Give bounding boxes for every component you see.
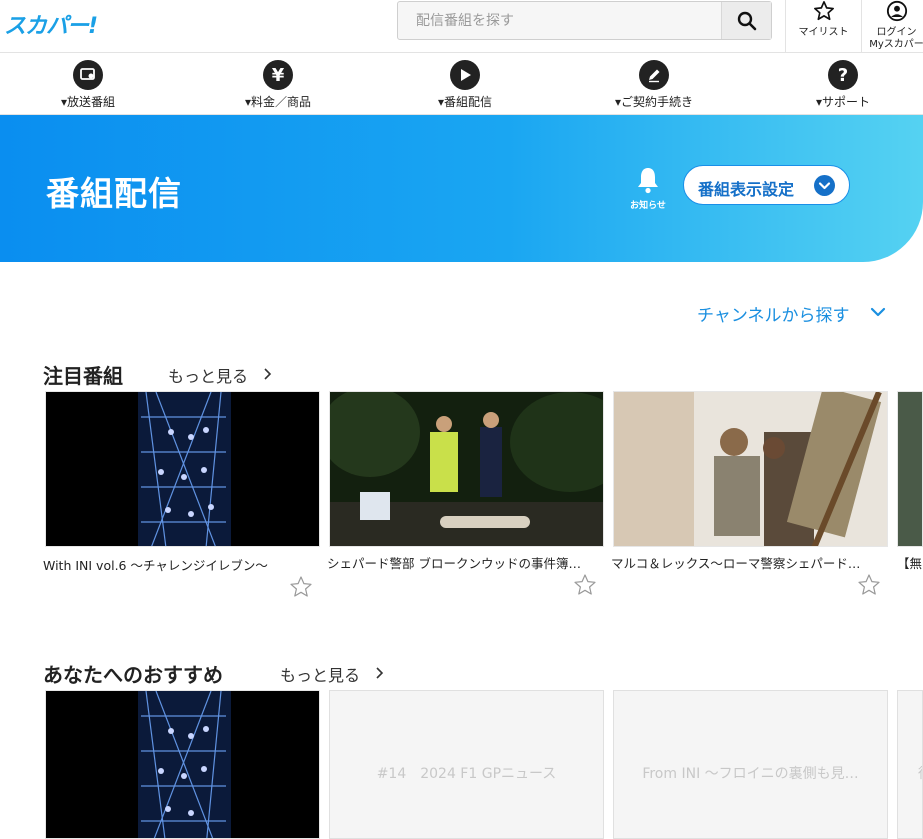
chevron-down-icon xyxy=(814,175,835,196)
program-title[interactable]: 【無 xyxy=(897,553,923,572)
mylist-button[interactable]: マイリスト xyxy=(785,0,861,53)
featured-more-link[interactable]: もっと見る xyxy=(168,363,248,387)
user-icon xyxy=(886,0,907,22)
bell-icon xyxy=(638,168,658,194)
program-title: From INI 〜フロイニの裏側も見… xyxy=(642,766,859,782)
program-thumbnail[interactable]: 徳 xyxy=(897,690,923,839)
page-title: 番組配信 xyxy=(46,174,182,213)
program-thumbnail[interactable] xyxy=(897,391,923,547)
program-title[interactable]: シェパード警部 ブロークンウッドの事件簿… xyxy=(327,553,607,572)
login-label: ログイン Myスカパー xyxy=(869,27,923,50)
featured-section-title: 注目番組 xyxy=(43,364,123,388)
program-thumbnail[interactable] xyxy=(45,391,320,547)
chevron-right-icon[interactable] xyxy=(374,666,384,680)
stage-image xyxy=(138,392,231,546)
action-scene-image xyxy=(614,392,887,546)
recommend-section-title: あなたへのおすすめ xyxy=(43,663,223,687)
login-button[interactable]: ログイン Myスカパー xyxy=(861,0,923,53)
tv-icon xyxy=(73,60,103,90)
program-thumbnail[interactable] xyxy=(329,391,604,547)
program-thumbnail[interactable]: #14 2024 F1 GPニュース xyxy=(329,690,604,839)
nav-item-pricing[interactable]: ¥ ▾料金／商品 xyxy=(198,53,358,115)
program-title: #14 2024 F1 GPニュース xyxy=(376,766,557,782)
display-setting-button[interactable]: 番組表示設定 xyxy=(683,165,850,205)
chevron-right-icon[interactable] xyxy=(262,367,272,381)
star-icon[interactable] xyxy=(857,573,881,597)
main-nav: ▾放送番組 ¥ ▾料金／商品 ▾番組配信 ▾ご契約手続き ? ▾サポート xyxy=(0,53,923,115)
program-title[interactable]: With INI vol.6 〜チャレンジイレブン〜 xyxy=(43,555,321,574)
chevron-down-icon[interactable] xyxy=(870,306,886,318)
hero-banner: 番組配信 お知らせ 番組表示設定 xyxy=(0,115,923,262)
program-title: 徳 xyxy=(898,763,922,783)
program-title[interactable]: マルコ＆レックス〜ローマ警察シェパード… xyxy=(611,553,891,572)
star-icon xyxy=(813,1,834,21)
nav-item-contract[interactable]: ▾ご契約手続き xyxy=(574,53,734,115)
forest-scene-image xyxy=(330,392,603,546)
nav-item-streaming[interactable]: ▾番組配信 xyxy=(385,53,545,115)
stage-image xyxy=(138,691,231,838)
site-logo[interactable]: スカパー! xyxy=(4,8,98,40)
program-thumbnail[interactable] xyxy=(45,690,320,839)
search-input[interactable] xyxy=(398,2,720,39)
nav-item-broadcast[interactable]: ▾放送番組 xyxy=(8,53,168,115)
yen-icon: ¥ xyxy=(263,60,293,90)
play-icon xyxy=(450,60,480,90)
search-box xyxy=(397,1,772,40)
nav-item-support[interactable]: ? ▾サポート xyxy=(763,53,923,115)
star-icon[interactable] xyxy=(289,575,313,599)
pencil-icon xyxy=(639,60,669,90)
recommend-more-link[interactable]: もっと見る xyxy=(280,662,360,686)
channel-search-link[interactable]: チャンネルから探す xyxy=(697,301,850,326)
star-icon[interactable] xyxy=(573,573,597,597)
help-icon: ? xyxy=(828,60,858,90)
top-bar: スカパー! マイリスト ログイン Myスカパー xyxy=(0,0,923,53)
program-thumbnail[interactable]: From INI 〜フロイニの裏側も見… xyxy=(613,690,888,839)
search-button[interactable] xyxy=(721,2,771,39)
search-icon xyxy=(737,11,756,30)
mylist-label: マイリスト xyxy=(798,27,849,38)
program-thumbnail[interactable] xyxy=(613,391,888,547)
